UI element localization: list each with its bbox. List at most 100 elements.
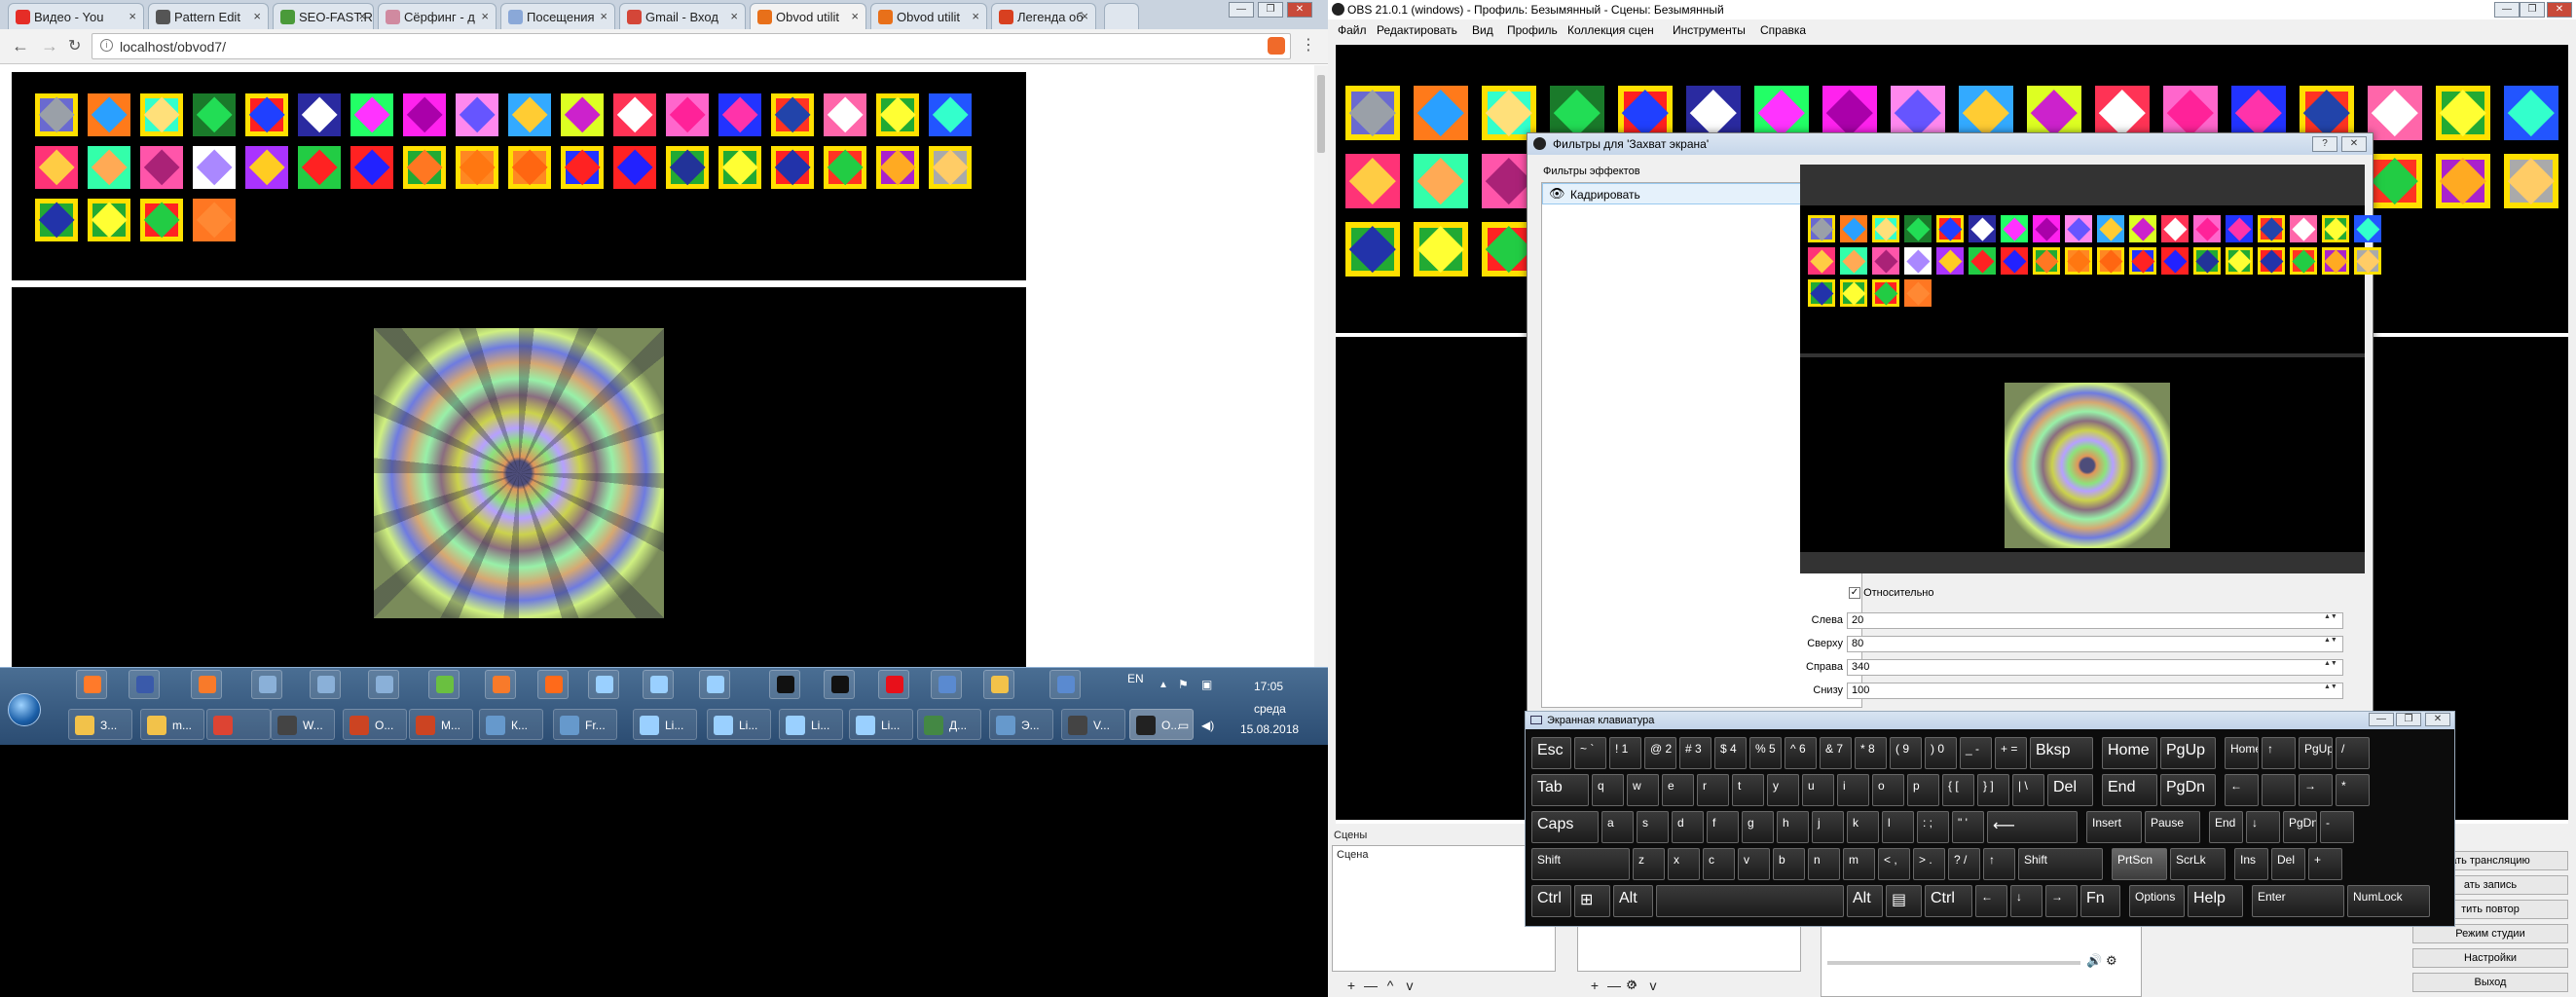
osk-key[interactable]: m (1843, 848, 1875, 880)
osk-key[interactable]: ^ 6 (1785, 737, 1817, 769)
osk-key[interactable]: Home (2225, 737, 2259, 769)
menu-5[interactable]: Коллекция сцен (1567, 23, 1654, 37)
move-up-button[interactable]: ^ (1380, 978, 1400, 993)
osk-key[interactable]: > . (1913, 848, 1945, 880)
browser-close-button[interactable]: ✕ (1287, 2, 1312, 18)
pattern-thumbnail[interactable] (456, 93, 498, 136)
pattern-thumbnail[interactable] (298, 93, 341, 136)
pattern-thumbnail[interactable] (929, 93, 972, 136)
osk-key[interactable]: Bksp (2030, 737, 2093, 769)
filter-preview-thumbnail[interactable] (2354, 215, 2381, 242)
osk-key[interactable]: : ; (1917, 811, 1949, 843)
pattern-thumbnail[interactable] (718, 93, 761, 136)
obs-preview-thumbnail[interactable] (2368, 86, 2422, 140)
pattern-thumbnail[interactable] (876, 146, 919, 189)
crop-field-input[interactable]: 100 (1847, 683, 2343, 699)
tab-close-icon[interactable]: × (358, 9, 366, 23)
menu-3[interactable]: Вид (1472, 23, 1493, 37)
filter-preview-thumbnail[interactable] (2322, 215, 2349, 242)
osk-key[interactable]: Shift (2018, 848, 2103, 880)
filter-preview-thumbnail[interactable] (1808, 279, 1835, 307)
pattern-thumbnail[interactable] (88, 199, 130, 241)
osk-key[interactable]: p (1907, 774, 1939, 806)
crop-field-input[interactable]: 80 (1847, 636, 2343, 652)
filter-preview-thumbnail[interactable] (1904, 215, 1932, 242)
taskbar-task[interactable]: Li... (707, 709, 771, 740)
extension-icon[interactable] (1268, 37, 1285, 55)
filter-preview-thumbnail[interactable] (1936, 247, 1964, 275)
filter-preview-thumbnail[interactable] (2097, 215, 2124, 242)
tab-close-icon[interactable]: × (481, 9, 489, 23)
browser-maximize-button[interactable]: ❐ (1258, 2, 1283, 18)
filter-preview-thumbnail[interactable] (2097, 247, 2124, 275)
pattern-thumbnail[interactable] (666, 93, 709, 136)
taskbar-cmd-icon-2[interactable] (824, 670, 855, 699)
osk-key[interactable]: h (1777, 811, 1809, 843)
tab-6[interactable]: Gmail - Вход × (619, 3, 746, 29)
pattern-thumbnail[interactable] (298, 146, 341, 189)
start-button[interactable] (8, 693, 41, 726)
menu-1[interactable]: Файл (1338, 23, 1367, 37)
filter-preview-thumbnail[interactable] (2322, 247, 2349, 275)
tab-close-icon[interactable]: × (851, 9, 859, 23)
obs-preview-thumbnail[interactable] (2504, 86, 2558, 140)
osk-key[interactable]: Help (2188, 885, 2243, 917)
osk-key[interactable]: ↓ (2010, 885, 2042, 917)
tab-4[interactable]: Сёрфинг - д × (378, 3, 497, 29)
filter-preview-thumbnail[interactable] (1904, 247, 1932, 275)
filter-preview-thumbnail[interactable] (1969, 247, 1996, 275)
spinner-arrows-icon[interactable]: ▲▼ (2324, 683, 2337, 697)
osk-key[interactable]: ⊞ (1574, 885, 1610, 917)
pattern-thumbnail[interactable] (771, 146, 814, 189)
tab-close-icon[interactable]: × (600, 9, 607, 23)
scene-item[interactable]: Сцена (1333, 846, 1555, 864)
obs-preview-thumbnail[interactable] (1414, 222, 1468, 277)
obs-preview-thumbnail[interactable] (1345, 86, 1400, 140)
filter-preview-thumbnail[interactable] (2129, 215, 2156, 242)
taskbar-task[interactable]: W... (271, 709, 335, 740)
filter-preview-thumbnail[interactable] (1840, 215, 1867, 242)
osk-key[interactable]: ScrLk (2170, 848, 2226, 880)
spinner-arrows-icon[interactable]: ▲▼ (2324, 660, 2337, 674)
pattern-thumbnail[interactable] (403, 146, 446, 189)
tab-close-icon[interactable]: × (129, 9, 136, 23)
taskbar-xampp-icon-2[interactable] (485, 670, 516, 699)
filter-preview-thumbnail[interactable] (2290, 247, 2317, 275)
obs-preview-thumbnail[interactable] (2436, 86, 2490, 140)
pattern-thumbnail[interactable] (193, 199, 236, 241)
filters-help-button[interactable]: ? (2312, 136, 2337, 152)
osk-key[interactable]: Shift (1531, 848, 1630, 880)
osk-maximize-button[interactable]: ❐ (2396, 713, 2421, 726)
osk-key[interactable]: _ - (1960, 737, 1992, 769)
pattern-thumbnail[interactable] (508, 146, 551, 189)
filter-preview-thumbnail[interactable] (2161, 247, 2189, 275)
osk-key[interactable]: Pause (2145, 811, 2200, 843)
menu-7[interactable]: Справка (1760, 23, 1806, 37)
taskbar-paint-icon[interactable] (251, 670, 282, 699)
filter-preview-thumbnail[interactable] (2193, 215, 2221, 242)
osk-key[interactable]: Del (2047, 774, 2093, 806)
obs-preview-thumbnail[interactable] (1414, 86, 1468, 140)
osk-key[interactable]: PgDn (2160, 774, 2216, 806)
taskbar-task[interactable] (206, 709, 271, 740)
pattern-thumbnail[interactable] (613, 146, 656, 189)
osk-key[interactable]: # 3 (1679, 737, 1711, 769)
filter-preview-thumbnail[interactable] (2033, 215, 2060, 242)
osk-key[interactable]: e (1662, 774, 1694, 806)
osk-key[interactable]: PgDn (2283, 811, 2317, 843)
osk-key[interactable]: l (1882, 811, 1914, 843)
obs-maximize-button[interactable]: ❐ (2520, 2, 2545, 18)
taskbar-app-icon-3[interactable] (699, 670, 730, 699)
page-scrollbar[interactable] (1314, 65, 1328, 667)
filter-preview-thumbnail[interactable] (2001, 247, 2028, 275)
osk-key[interactable]: { [ (1942, 774, 1974, 806)
pattern-thumbnail[interactable] (88, 146, 130, 189)
filters-close-button[interactable]: ✕ (2341, 136, 2367, 152)
osk-key[interactable]: Options (2129, 885, 2185, 917)
tab-1[interactable]: Видео - You × (8, 3, 144, 29)
filter-preview-thumbnail[interactable] (2033, 247, 2060, 275)
osk-key[interactable]: Insert (2086, 811, 2142, 843)
spinner-arrows-icon[interactable]: ▲▼ (2324, 613, 2337, 627)
menu-6[interactable]: Инструменты (1673, 23, 1746, 37)
add-button[interactable]: + (1585, 978, 1604, 993)
